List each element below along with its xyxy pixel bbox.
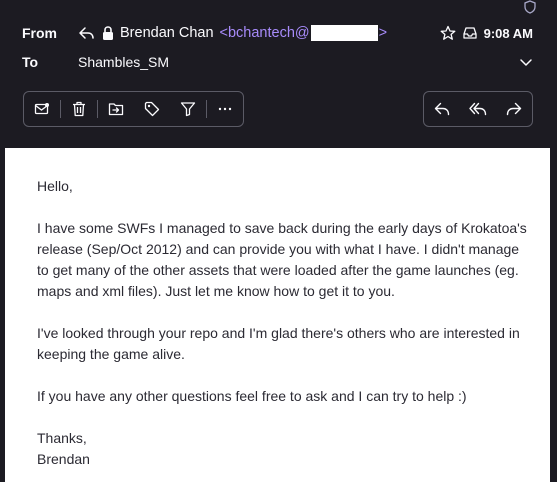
message-signature: Brendan (37, 451, 90, 467)
redaction-box (310, 25, 378, 41)
mark-read-icon (34, 102, 50, 116)
archive-button[interactable] (98, 92, 134, 126)
sender-email-suffix: > (378, 25, 388, 41)
reply-actions-toolbar (423, 91, 533, 127)
shield-icon[interactable] (523, 0, 537, 14)
filter-button[interactable] (170, 92, 206, 126)
message-closing: Thanks, (37, 430, 87, 446)
mark-read-button[interactable] (24, 92, 60, 126)
message-header: From Brendan Chan <bchantech@ > 9:08 AM … (0, 0, 557, 148)
reply-button[interactable] (424, 92, 460, 126)
more-icon (217, 106, 233, 112)
star-icon[interactable] (440, 25, 456, 41)
delete-icon (72, 101, 86, 117)
junk-icon[interactable] (462, 25, 478, 41)
reply-icon (434, 101, 450, 117)
reply-all-icon (469, 101, 487, 117)
tag-icon (144, 101, 160, 117)
more-button[interactable] (207, 92, 243, 126)
message-paragraph: I've looked through your repo and I'm gl… (37, 325, 520, 362)
message-body: Hello, I have some SWFs I managed to sav… (37, 176, 527, 470)
delete-button[interactable] (61, 92, 97, 126)
reply-all-button[interactable] (460, 92, 496, 126)
recipient[interactable]: Shambles_SM (78, 54, 169, 70)
sender-email-prefix: <bchantech@ (219, 25, 310, 41)
message-time: 9:08 AM (483, 25, 533, 41)
archive-icon (108, 102, 124, 116)
sender-name[interactable]: Brendan Chan (120, 25, 214, 41)
from-row: From Brendan Chan <bchantech@ > 9:08 AM (0, 21, 557, 45)
from-label: From (22, 25, 57, 41)
message-body-pane: Hello, I have some SWFs I managed to sav… (5, 148, 550, 482)
to-row: To Shambles_SM (0, 50, 557, 74)
message-paragraph: I have some SWFs I managed to save back … (37, 220, 527, 299)
tag-button[interactable] (134, 92, 170, 126)
message-greeting: Hello, (37, 178, 73, 194)
lock-icon (102, 25, 114, 41)
sender-email[interactable]: <bchantech@ > (219, 25, 388, 41)
forward-icon (506, 101, 522, 117)
message-meta: 9:08 AM (440, 25, 533, 41)
message-paragraph: If you have any other questions feel fre… (37, 388, 467, 404)
message-actions-toolbar (23, 91, 244, 127)
chevron-down-icon[interactable] (519, 57, 533, 67)
filter-icon (180, 101, 196, 117)
to-label: To (22, 54, 39, 70)
sender-info: Brendan Chan <bchantech@ > (78, 25, 387, 41)
replied-icon (78, 25, 96, 41)
forward-button[interactable] (496, 92, 532, 126)
